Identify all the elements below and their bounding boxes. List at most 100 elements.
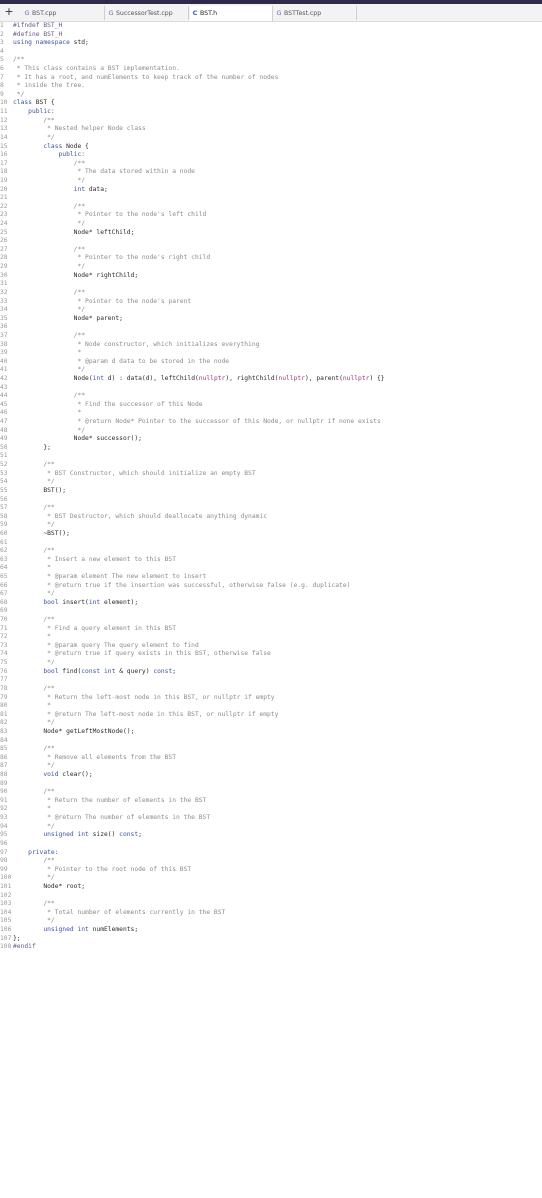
- code-line[interactable]: 52 /**: [0, 461, 542, 470]
- code-line[interactable]: 49 Node* successor();: [0, 435, 542, 444]
- code-line[interactable]: 65 * @param element The new element to i…: [0, 573, 542, 582]
- code-line[interactable]: 53 * BST Constructor, which should initi…: [0, 470, 542, 479]
- code-line[interactable]: 50 };: [0, 444, 542, 453]
- code-line[interactable]: 56: [0, 496, 542, 505]
- code-line[interactable]: 9 */: [0, 91, 542, 100]
- code-line[interactable]: 76 bool find(const int & query) const;: [0, 668, 542, 677]
- code-line[interactable]: 14 */: [0, 134, 542, 143]
- code-line[interactable]: 55 BST();: [0, 487, 542, 496]
- code-editor[interactable]: 1 #ifndef BST_H 2 #define BST_H 3 using names…: [0, 22, 542, 952]
- code-line[interactable]: 39 *: [0, 349, 542, 358]
- code-line[interactable]: 89: [0, 780, 542, 789]
- code-line[interactable]: 99 * Pointer to the root node of this BS…: [0, 866, 542, 875]
- code-line[interactable]: 27 /**: [0, 246, 542, 255]
- code-line[interactable]: 38 * Node constructor, which initializes…: [0, 341, 542, 350]
- code-line[interactable]: 8 * inside the tree.: [0, 82, 542, 91]
- code-line[interactable]: 37 /**: [0, 332, 542, 341]
- code-line[interactable]: 104 * Total number of elements currently…: [0, 909, 542, 918]
- code-line[interactable]: 11 public:: [0, 108, 542, 117]
- code-line[interactable]: 106 unsigned int numElements;: [0, 926, 542, 935]
- code-line[interactable]: 6 * This class contains a BST implementa…: [0, 65, 542, 74]
- code-line[interactable]: 91 * Return the number of elements in th…: [0, 797, 542, 806]
- code-line[interactable]: 62 /**: [0, 547, 542, 556]
- code-line[interactable]: 101 Node* root;: [0, 883, 542, 892]
- code-line[interactable]: 35 Node* parent;: [0, 315, 542, 324]
- code-line[interactable]: 100 */: [0, 874, 542, 883]
- code-line[interactable]: 78 /**: [0, 685, 542, 694]
- code-line[interactable]: 83 Node* getLeftMostNode();: [0, 728, 542, 737]
- code-line[interactable]: 87 */: [0, 762, 542, 771]
- code-line[interactable]: 28 * Pointer to the node's right child: [0, 254, 542, 263]
- code-line[interactable]: 34 */: [0, 306, 542, 315]
- code-line[interactable]: 13 * Nested helper Node class: [0, 125, 542, 134]
- tab-bst-h[interactable]: C BST.h: [190, 6, 273, 21]
- code-line[interactable]: 71 * Find a query element in this BST: [0, 625, 542, 634]
- code-line[interactable]: 47 * @return Node* Pointer to the succes…: [0, 418, 542, 427]
- code-line[interactable]: 92 *: [0, 805, 542, 814]
- code-line[interactable]: 97 private:: [0, 849, 542, 858]
- code-line[interactable]: 84: [0, 737, 542, 746]
- code-line[interactable]: 43: [0, 384, 542, 393]
- code-line[interactable]: 95 unsigned int size() const;: [0, 831, 542, 840]
- code-line[interactable]: 61: [0, 539, 542, 548]
- code-line[interactable]: 70 /**: [0, 616, 542, 625]
- code-line[interactable]: 32 /**: [0, 289, 542, 298]
- code-line[interactable]: 46 *: [0, 409, 542, 418]
- code-line[interactable]: 18 * The data stored within a node: [0, 168, 542, 177]
- code-line[interactable]: 80 *: [0, 702, 542, 711]
- code-line[interactable]: 4: [0, 48, 542, 57]
- code-line[interactable]: 81 * @return The left-most node in this …: [0, 711, 542, 720]
- code-line[interactable]: 5 /**: [0, 56, 542, 65]
- code-line[interactable]: 93 * @return The number of elements in t…: [0, 814, 542, 823]
- code-line[interactable]: 15 class Node {: [0, 143, 542, 152]
- code-line[interactable]: 29 */: [0, 263, 542, 272]
- code-line[interactable]: 19 */: [0, 177, 542, 186]
- code-line[interactable]: 74 * @return true if query exists in thi…: [0, 650, 542, 659]
- code-line[interactable]: 68 bool insert(int element);: [0, 599, 542, 608]
- code-line[interactable]: 59 */: [0, 521, 542, 530]
- code-line[interactable]: 72 *: [0, 633, 542, 642]
- code-line[interactable]: 69: [0, 607, 542, 616]
- code-line[interactable]: 108 #endif: [0, 943, 542, 952]
- code-line[interactable]: 82 */: [0, 719, 542, 728]
- code-line[interactable]: 26: [0, 237, 542, 246]
- code-line[interactable]: 88 void clear();: [0, 771, 542, 780]
- code-line[interactable]: 44 /**: [0, 392, 542, 401]
- code-line[interactable]: 57 /**: [0, 504, 542, 513]
- code-line[interactable]: 23 * Pointer to the node's left child: [0, 211, 542, 220]
- code-line[interactable]: 60 ~BST();: [0, 530, 542, 539]
- code-line[interactable]: 45 * Find the successor of this Node: [0, 401, 542, 410]
- code-line[interactable]: 25 Node* leftChild;: [0, 229, 542, 238]
- code-line[interactable]: 103 /**: [0, 900, 542, 909]
- code-line[interactable]: 79 * Return the left-most node in this B…: [0, 694, 542, 703]
- code-line[interactable]: 90 /**: [0, 788, 542, 797]
- code-line[interactable]: 67 */: [0, 590, 542, 599]
- code-line[interactable]: 36: [0, 323, 542, 332]
- code-line[interactable]: 98 /**: [0, 857, 542, 866]
- code-line[interactable]: 30 Node* rightChild;: [0, 272, 542, 281]
- code-line[interactable]: 33 * Pointer to the node's parent: [0, 298, 542, 307]
- code-line[interactable]: 63 * Insert a new element to this BST: [0, 556, 542, 565]
- code-line[interactable]: 86 * Remove all elements from the BST: [0, 754, 542, 763]
- tab-bsttest-cpp[interactable]: G BSTTest.cpp: [274, 6, 357, 20]
- code-line[interactable]: 42 Node(int d) : data(d), leftChild(null…: [0, 375, 542, 384]
- new-tab-button[interactable]: +: [3, 5, 15, 19]
- code-line[interactable]: 2 #define BST_H: [0, 31, 542, 40]
- code-line[interactable]: 54 */: [0, 478, 542, 487]
- code-line[interactable]: 24 */: [0, 220, 542, 229]
- tab-bst-cpp[interactable]: G BST.cpp: [22, 6, 105, 20]
- code-line[interactable]: 105 */: [0, 917, 542, 926]
- code-line[interactable]: 22 /**: [0, 203, 542, 212]
- code-line[interactable]: 31: [0, 280, 542, 289]
- code-line[interactable]: 10 class BST {: [0, 99, 542, 108]
- code-line[interactable]: 96: [0, 840, 542, 849]
- code-line[interactable]: 48 */: [0, 427, 542, 436]
- code-line[interactable]: 73 * @param query The query element to f…: [0, 642, 542, 651]
- code-line[interactable]: 58 * BST Destructor, which should deallo…: [0, 513, 542, 522]
- code-line[interactable]: 40 * @param d data to be stored in the n…: [0, 358, 542, 367]
- code-line[interactable]: 3 using namespace std;: [0, 39, 542, 48]
- code-line[interactable]: 51: [0, 452, 542, 461]
- code-line[interactable]: 107};: [0, 935, 542, 944]
- code-line[interactable]: 17 /**: [0, 160, 542, 169]
- tab-successortest-cpp[interactable]: G SuccessorTest.cpp: [106, 6, 189, 20]
